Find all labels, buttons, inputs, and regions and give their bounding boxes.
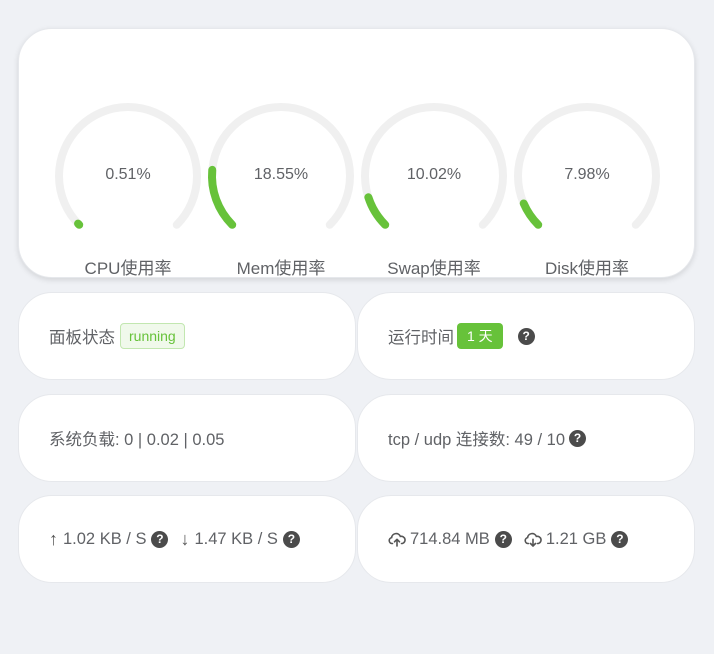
disk-gauge: 7.98% Disk使用率: [510, 99, 664, 289]
load-card: 系统负载: 0 | 0.02 | 0.05: [18, 394, 356, 482]
network-speed-card: ↑ 1.02 KB / S ? ↓ 1.47 KB / S ?: [18, 495, 356, 583]
upload-speed: 1.02 KB / S: [63, 529, 147, 548]
cloud-upload-icon: [388, 532, 406, 547]
arrow-down-icon: ↓: [180, 528, 190, 549]
question-circle-icon[interactable]: ?: [569, 429, 587, 447]
connections-card: tcp / udp 连接数: 49 / 10 ?: [357, 394, 695, 482]
gauge-progress-arc: [519, 199, 543, 229]
gauge-progress-arc: [364, 193, 390, 229]
panel-status-label: 面板状态: [49, 329, 115, 347]
gauge-progress-arc: [74, 219, 84, 229]
upload-traffic: 714.84 MB: [410, 529, 490, 548]
swap-gauge-value: 10.02%: [406, 166, 462, 183]
question-circle-icon[interactable]: ?: [151, 530, 169, 548]
traffic-card: 714.84 MB ? 1.21 GB ?: [357, 495, 695, 583]
disk-gauge-label: Disk使用率: [544, 259, 630, 278]
mem-gauge-value: 18.55%: [253, 166, 309, 183]
uptime-card: 运行时间 1 天 ?: [357, 292, 695, 380]
connections-text: tcp / udp 连接数: 49 / 10: [388, 431, 566, 449]
disk-gauge-value: 7.98%: [564, 166, 610, 183]
cpu-gauge-label: CPU使用率: [84, 259, 172, 278]
panel-status-card: 面板状态 running: [18, 292, 356, 380]
uptime-badge: 1 天: [457, 323, 503, 349]
question-circle-icon[interactable]: ?: [611, 530, 629, 548]
swap-gauge-label: Swap使用率: [387, 259, 481, 278]
question-circle-icon[interactable]: ?: [282, 530, 300, 548]
download-traffic: 1.21 GB: [545, 529, 607, 548]
uptime-label: 运行时间: [388, 329, 454, 347]
swap-gauge: 10.02% Swap使用率: [357, 99, 511, 289]
download-speed: 1.47 KB / S: [194, 529, 278, 548]
status-badge: running: [120, 323, 185, 349]
cpu-gauge-value: 0.51%: [105, 166, 151, 183]
cloud-download-icon: [524, 532, 542, 547]
cpu-gauge: 0.51% CPU使用率: [51, 99, 205, 289]
mem-gauge-label: Mem使用率: [236, 259, 326, 278]
question-circle-icon[interactable]: ?: [494, 530, 512, 548]
mem-gauge: 18.55% Mem使用率: [204, 99, 358, 289]
arrow-up-icon: ↑: [49, 528, 58, 549]
system-load-text: 系统负载: 0 | 0.02 | 0.05: [49, 431, 225, 449]
question-circle-icon[interactable]: ?: [517, 327, 535, 345]
system-usage-card: 0.51% CPU使用率 18.55% Mem使用率 10.02% Swap使用…: [18, 28, 695, 278]
